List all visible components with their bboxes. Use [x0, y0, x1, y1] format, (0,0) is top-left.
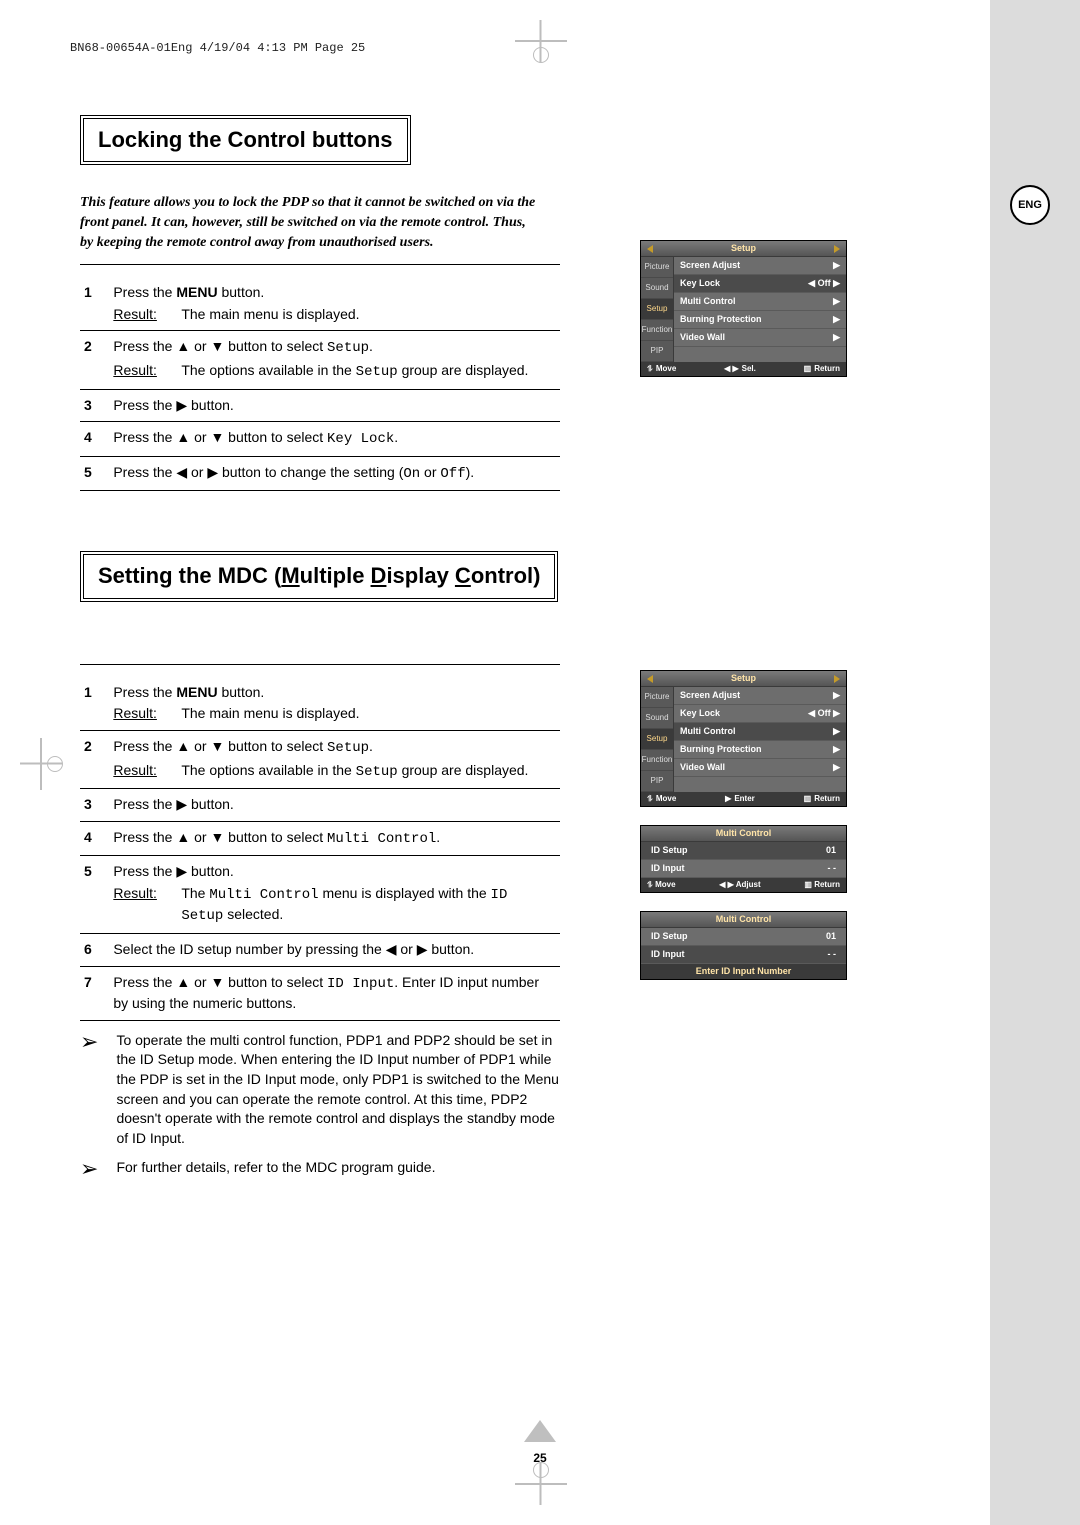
note-icon: ➢ — [80, 1158, 98, 1180]
osd-rows: Screen Adjust▶ Key Lock◀ Off ▶ Multi Con… — [674, 257, 846, 362]
section1-title: Locking the Control buttons — [98, 127, 393, 153]
crop-mark — [40, 738, 42, 790]
step-row: 6 Select the ID setup number by pressing… — [80, 934, 560, 967]
step-row: 1 Press the MENU button. Result: The mai… — [80, 677, 560, 731]
margin-shade — [990, 0, 1080, 1525]
osd-multi-2: Multi Control ID Setup01 ID Input- - Ent… — [640, 911, 847, 980]
result-text: The main menu is displayed. — [181, 305, 359, 325]
step-row: 7 Press the ▲ or ▼ button to select ID I… — [80, 966, 560, 1020]
language-badge: ENG — [1010, 185, 1050, 225]
osd-row: Video Wall▶ — [674, 329, 846, 347]
result-label: Result: — [113, 305, 163, 325]
section2-title-bar: Setting the MDC (Multiple Display Contro… — [80, 551, 558, 601]
osd-tabs: Picture Sound Setup Function PIP — [641, 687, 674, 792]
section1-steps: 1 Press the MENU button. Result: The mai… — [80, 277, 560, 491]
osd-prompt: Enter ID Input Number — [641, 964, 846, 979]
crop-mark — [515, 40, 567, 42]
step-number: 1 — [80, 277, 109, 331]
step-row: 4 Press the ▲ or ▼ button to select Key … — [80, 422, 560, 457]
osd-footer: ⥮ Move ◀ ▶ Sel. ▥ Return — [641, 362, 846, 376]
osd-setup-1: Setup Picture Sound Setup Function PIP S… — [640, 240, 847, 377]
crop-target — [533, 47, 549, 63]
osd-setup-2: Setup Picture Sound Setup Function PIP S… — [640, 670, 847, 807]
osd-footer: ⥮ Move ▶ Enter ▥ Return — [641, 792, 846, 806]
step-row: 2 Press the ▲ or ▼ button to select Setu… — [80, 730, 560, 788]
divider — [80, 264, 560, 265]
divider — [80, 664, 560, 665]
note: ➢ For further details, refer to the MDC … — [80, 1158, 560, 1180]
step-row: 1 Press the MENU button. Result: The mai… — [80, 277, 560, 331]
osd-rows: Screen Adjust▶ Key Lock◀ Off ▶ Multi Con… — [674, 687, 846, 792]
step-row: 4 Press the ▲ or ▼ button to select Mult… — [80, 821, 560, 856]
section2-title: Setting the MDC (Multiple Display Contro… — [98, 563, 540, 589]
page-number: 25 — [0, 1451, 1080, 1465]
osd-tabs: Picture Sound Setup Function PIP — [641, 257, 674, 362]
step-row: 5 Press the ◀ or ▶ button to change the … — [80, 456, 560, 491]
page-footer: 25 — [0, 1420, 1080, 1465]
page-triangle-icon — [524, 1420, 556, 1442]
step-body: Press the MENU button. Result: The main … — [109, 277, 560, 331]
step-row: 3 Press the ▶ button. — [80, 789, 560, 822]
step-row: 3 Press the ▶ button. — [80, 389, 560, 422]
osd-title: Multi Control — [641, 826, 846, 842]
osd-row: Multi Control▶ — [674, 293, 846, 311]
step-row: 2 Press the ▲ or ▼ button to select Setu… — [80, 331, 560, 389]
note-text: For further details, refer to the MDC pr… — [116, 1158, 435, 1180]
section1-title-bar: Locking the Control buttons — [80, 115, 411, 165]
step-result: Result: The main menu is displayed. — [113, 305, 556, 325]
crop-target — [47, 756, 63, 772]
print-header: BN68-00654A-01Eng 4/19/04 4:13 PM Page 2… — [70, 42, 365, 54]
step-row: 5 Press the ▶ button. Result: The Multi … — [80, 856, 560, 934]
osd-row: Screen Adjust▶ — [674, 257, 846, 275]
osd-column: Setup Picture Sound Setup Function PIP S… — [640, 240, 865, 998]
osd-row: Burning Protection▶ — [674, 311, 846, 329]
content-area: Locking the Control buttons This feature… — [80, 115, 960, 1405]
manual-page: BN68-00654A-01Eng 4/19/04 4:13 PM Page 2… — [0, 0, 1080, 1525]
section1-intro: This feature allows you to lock the PDP … — [80, 193, 540, 252]
osd-title: Multi Control — [641, 912, 846, 928]
note-text: To operate the multi control function, P… — [116, 1031, 560, 1149]
note-icon: ➢ — [80, 1031, 98, 1149]
osd-footer: ⥮ Move ◀ ▶ Adjust ▥ Return — [641, 878, 846, 892]
osd-title: Setup — [641, 671, 846, 687]
osd-row: Key Lock◀ Off ▶ — [674, 275, 846, 293]
osd-multi-1: Multi Control ID Setup01 ID Input- - ⥮ M… — [640, 825, 847, 893]
osd-title: Setup — [641, 241, 846, 257]
note: ➢ To operate the multi control function,… — [80, 1031, 560, 1149]
section2-steps: 1 Press the MENU button. Result: The mai… — [80, 677, 560, 1021]
crop-mark — [515, 1483, 567, 1485]
step-result: Result: The options available in the Set… — [113, 361, 556, 383]
